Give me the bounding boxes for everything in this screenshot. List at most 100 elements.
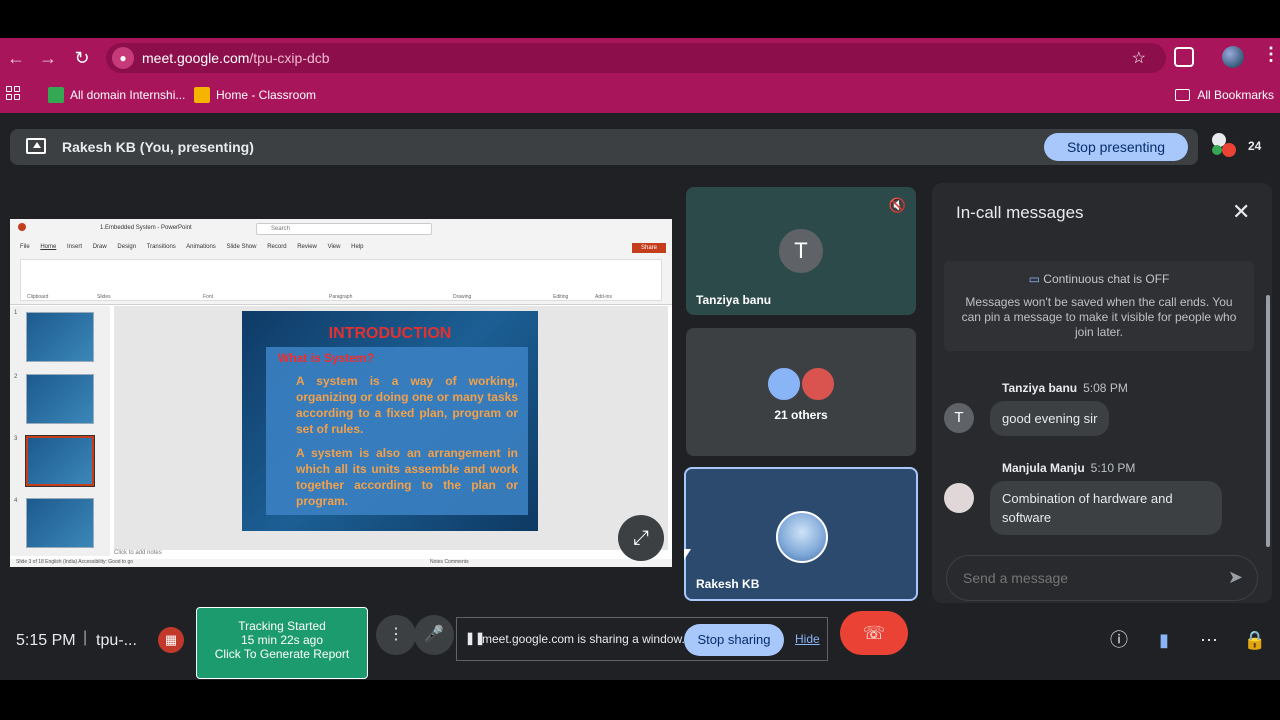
- extensions-icon[interactable]: [1174, 47, 1194, 67]
- bookmarks-bar: All domain Internshi... Home - Classroom…: [0, 80, 1280, 110]
- close-icon[interactable]: ✕: [1232, 199, 1250, 225]
- apps-grid-icon[interactable]: [6, 86, 20, 100]
- tile-name: Tanziya banu: [696, 293, 772, 307]
- chat-notice: ▭ Continuous chat is OFF Messages won't …: [944, 261, 1254, 351]
- tool-group-label: Slides: [97, 294, 111, 300]
- thumb-number: 1: [14, 310, 18, 316]
- thumb-number: 4: [14, 498, 18, 504]
- bookmark-classroom[interactable]: Home - Classroom: [194, 85, 316, 105]
- powerpoint-share: Share: [632, 243, 666, 253]
- bookmark-star-icon[interactable]: ☆: [1132, 48, 1146, 68]
- folder-icon: [1175, 89, 1191, 101]
- participant-avatar: [1222, 143, 1236, 157]
- sheets-icon: [48, 87, 64, 103]
- tool-group-label: Drawing: [453, 294, 472, 300]
- audio-level-icon[interactable]: ⋮: [376, 615, 416, 655]
- microphone-in-use-icon[interactable]: ●: [112, 47, 134, 69]
- chat-scrollbar[interactable]: [1266, 295, 1270, 547]
- forward-icon[interactable]: →: [36, 46, 60, 70]
- avatar: T: [779, 229, 823, 273]
- activities-icon[interactable]: ⋯: [1196, 627, 1222, 653]
- extension-badge-icon[interactable]: ▦: [158, 627, 184, 653]
- avatar: [766, 366, 802, 402]
- all-bookmarks[interactable]: All Bookmarks: [1175, 85, 1274, 105]
- bookmark-label: Home - Classroom: [216, 88, 317, 102]
- profile-avatar[interactable]: [1222, 46, 1244, 68]
- hide-link[interactable]: Hide: [795, 632, 820, 646]
- chat-icon[interactable]: ▮: [1151, 627, 1177, 653]
- participant-tile[interactable]: 🔇 T Tanziya banu: [686, 187, 916, 315]
- meeting-info-icon[interactable]: ⓘ: [1106, 627, 1132, 653]
- ribbon-tab: Insert: [67, 244, 83, 250]
- message-time: 5:10 PM: [1090, 461, 1136, 475]
- notice-title: ▭ Continuous chat is OFF: [944, 272, 1254, 286]
- self-tile[interactable]: Rakesh KB: [684, 467, 918, 601]
- avatar: T: [944, 403, 974, 433]
- bookmark-label: All domain Internshi...: [70, 88, 186, 102]
- tool-group-label: Paragraph: [329, 294, 353, 300]
- thumb-number: 2: [14, 374, 18, 380]
- tracker-line: Tracking Started: [238, 619, 326, 633]
- ribbon-tab: Help: [351, 244, 364, 250]
- message-time: 5:08 PM: [1083, 381, 1128, 395]
- host-controls-icon[interactable]: 🔒: [1242, 627, 1268, 653]
- screen: ← → ↻ ● meet.google.com/tpu-cxip-dcb ☆ ⋮…: [0, 0, 1280, 720]
- message-bubble: good evening sir: [990, 401, 1110, 436]
- sharing-message: meet.google.com is sharing a window.: [482, 632, 685, 646]
- powerpoint-search: Search: [256, 223, 432, 235]
- reload-icon[interactable]: ↻: [70, 46, 94, 70]
- ribbon-tab: Slide Show: [226, 244, 257, 250]
- slide-thumbnail-selected: [25, 435, 95, 487]
- message-input[interactable]: [963, 570, 1213, 586]
- letterbox-top: [0, 0, 1280, 38]
- address-bar[interactable]: ● meet.google.com/tpu-cxip-dcb ☆: [106, 43, 1166, 73]
- url-text[interactable]: meet.google.com/tpu-cxip-dcb: [142, 50, 330, 66]
- tracker-line: 15 min 22s ago: [240, 633, 324, 647]
- stop-sharing-button[interactable]: Stop sharing: [684, 624, 784, 656]
- ribbon-tab: Transitions: [146, 244, 176, 250]
- stop-presenting-button[interactable]: Stop presenting: [1044, 133, 1188, 161]
- participant-count: 24: [1248, 139, 1262, 153]
- slide-paragraph: A system is a way of working, organizing…: [296, 374, 518, 436]
- avatar: [800, 366, 836, 402]
- slide-canvas: INTRODUCTION What is System? A system is…: [114, 306, 668, 550]
- tool-group-label: Clipboard: [27, 294, 49, 300]
- mic-off-icon: 🔇: [888, 197, 906, 213]
- tracking-report-button[interactable]: Tracking Started 15 min 22s ago Click To…: [196, 607, 368, 679]
- participants-button[interactable]: 24: [1210, 131, 1268, 163]
- powerpoint-title: 1.Embedded System - PowerPoint: [100, 225, 192, 231]
- expand-icon[interactable]: ⤢: [618, 515, 664, 561]
- powerpoint-tabs: File Home Insert Draw Design Transitions…: [20, 244, 372, 250]
- others-tile[interactable]: 21 others: [686, 328, 916, 456]
- shared-screen[interactable]: 1.Embedded System - PowerPoint Search Fi…: [10, 219, 672, 567]
- slide-subheading: What is System?: [278, 351, 375, 365]
- participant-avatar: [1212, 145, 1222, 155]
- tracker-line: Click To Generate Report: [214, 647, 350, 661]
- back-icon[interactable]: ←: [4, 46, 28, 70]
- notice-body: Messages won't be saved when the call en…: [961, 295, 1237, 339]
- slide-thumbnail: [26, 374, 94, 424]
- bookmark-internship[interactable]: All domain Internshi...: [48, 85, 185, 105]
- browser-menu-icon[interactable]: ⋮: [1262, 44, 1280, 65]
- ribbon-tab: Design: [117, 244, 137, 250]
- message-bubble: Combination of hardware and software: [990, 481, 1222, 535]
- tile-name: 21 others: [774, 408, 828, 422]
- divider: |: [83, 629, 88, 646]
- ribbon-tab: Review: [297, 244, 317, 250]
- microphone-icon[interactable]: 🎤: [414, 615, 454, 655]
- slide-thumbnail: [26, 498, 94, 548]
- chat-panel: In-call messages ✕ ▭ Continuous chat is …: [932, 183, 1272, 603]
- powerpoint-status-bar: Slide 3 of 18 English (India) Accessibil…: [10, 559, 672, 567]
- meeting-code: tpu-...: [96, 632, 137, 649]
- mouse-cursor-icon: [684, 549, 691, 560]
- browser-chrome: ← → ↻ ● meet.google.com/tpu-cxip-dcb ☆ ⋮…: [0, 38, 1280, 113]
- send-icon[interactable]: ➤: [1228, 567, 1243, 588]
- slide-thumbnails: 1 2 3 4: [10, 306, 110, 556]
- ribbon-tab: File: [20, 244, 30, 250]
- call-controls-bar: 5:15 PM | tpu-... ▦ Tracking Started 15 …: [0, 603, 1280, 680]
- powerpoint-logo-icon: [18, 223, 26, 231]
- meet-window: Rakesh KB (You, presenting) Stop present…: [0, 113, 1280, 680]
- message-header: Manjula Manju 5:10 PM: [1002, 461, 1135, 475]
- end-call-icon[interactable]: ☏: [840, 611, 908, 655]
- thumb-number: 3: [14, 436, 18, 442]
